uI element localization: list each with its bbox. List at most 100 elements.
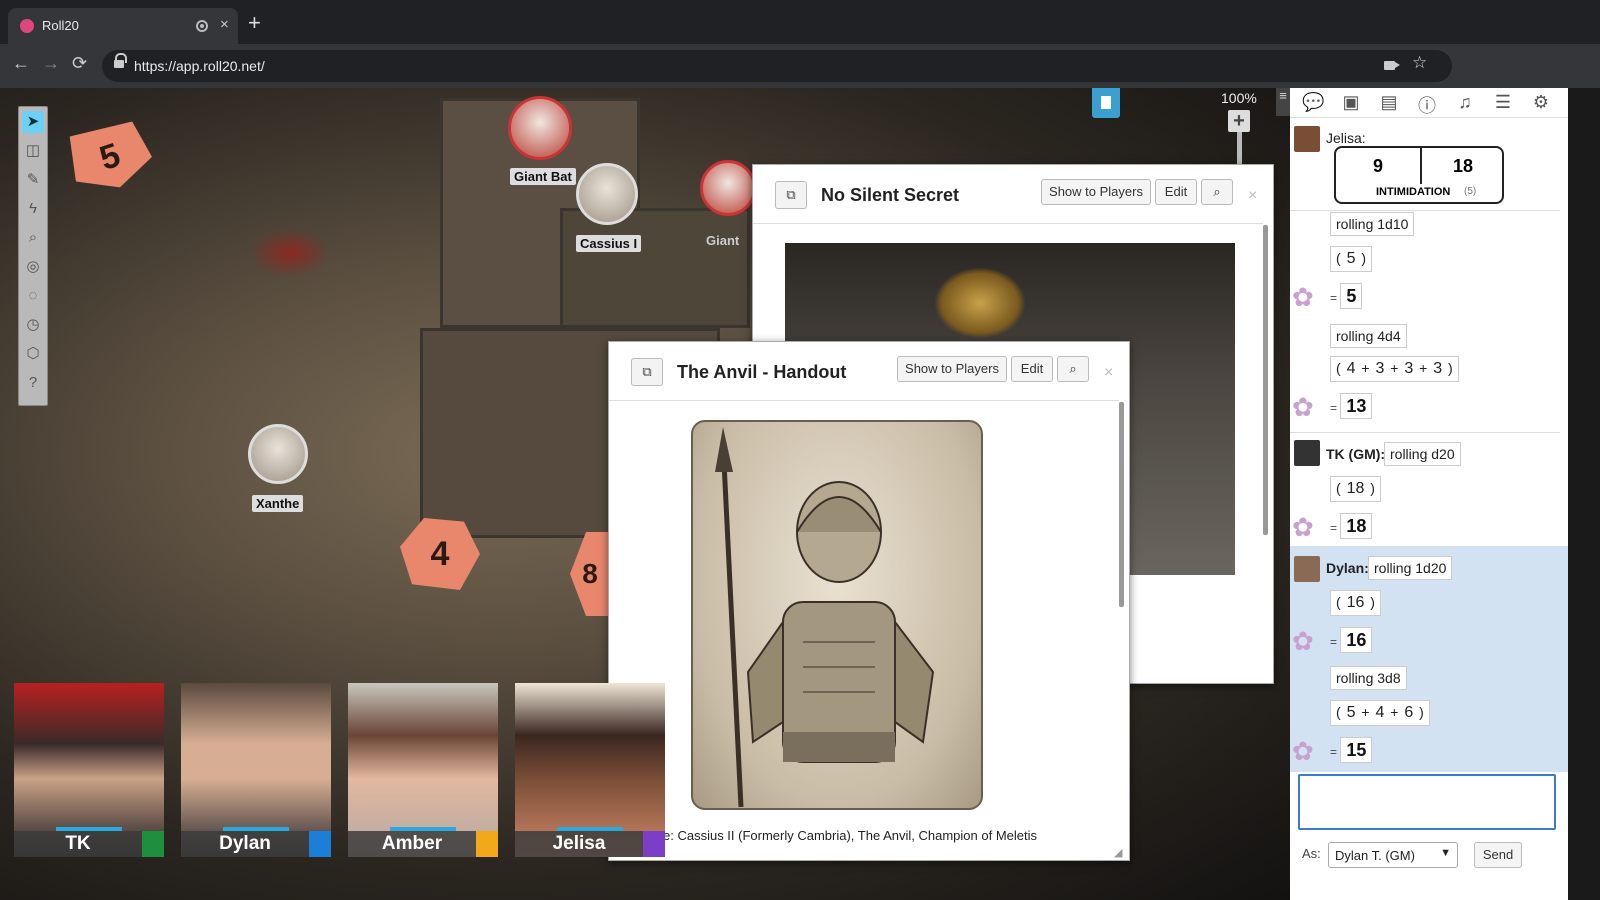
roll-label: rolling 1d20 [1368,556,1453,580]
settings-gear-icon[interactable]: ⚙ [1530,92,1552,113]
die-value: 5 [1346,704,1356,721]
avatar [1294,440,1320,466]
roll-total: 5 [1340,283,1363,309]
roll-dice: ( 5 ) [1330,246,1373,272]
show-to-players-button[interactable]: Show to Players [1041,179,1151,205]
journal-button[interactable] [1092,88,1120,118]
roll20-favicon [20,19,34,33]
resize-handle[interactable]: ◢ [1114,846,1122,859]
recording-icon [196,20,208,32]
lock-icon [114,53,127,70]
zoom-tool-icon[interactable]: ⌕ [22,227,44,249]
url-text[interactable]: https://app.roll20.net/ [134,58,265,74]
forward-button[interactable]: → [42,53,60,74]
camera-icon[interactable] [1384,61,1400,70]
close-icon[interactable]: × [1248,187,1257,205]
roll-total-row: = 18 [1330,513,1373,539]
help-icon[interactable]: ? [22,372,44,394]
chat-sender: Jelisa: [1326,130,1366,146]
die-value: 16 [1346,594,1365,611]
video-tile-tk[interactable]: TK [14,683,164,857]
skill-label: INTIMIDATION [1376,186,1451,198]
jukebox-tab-icon[interactable]: ♫ [1454,92,1476,113]
collection-tab-icon[interactable]: ☰ [1492,92,1514,113]
roll-total: 16 [1340,627,1373,653]
die-value: 3 [1433,360,1443,377]
flower-icon: ✿ [1292,392,1314,422]
skill-modifier: (5) [1464,186,1477,197]
tab-close-icon[interactable]: × [220,16,229,33]
url-bar[interactable]: https://app.roll20.net/ ☆ [102,50,1452,82]
token-label: Xanthe [252,495,304,512]
speaking-as-select[interactable]: Dylan T. (GM) ▼ [1328,842,1458,868]
player-color-swatch [142,831,164,857]
token-label: Cassius I [576,235,642,252]
die-value: 18 [1346,480,1365,497]
fog-tool-icon[interactable]: ◌ [22,285,44,307]
edit-button[interactable]: Edit [1011,356,1053,382]
video-tile-amber[interactable]: Amber [348,683,498,857]
roll-label: rolling 3d8 [1330,666,1407,690]
video-tile-jelisa[interactable]: Jelisa [515,683,665,857]
search-icon[interactable]: ⌕ [1201,179,1233,205]
fx-tool-icon[interactable]: ϟ [22,198,44,220]
chat-tab-icon[interactable]: 💬 [1302,92,1324,113]
map-layer-icon[interactable]: ◫ [22,140,44,162]
player-name: Dylan [181,831,309,857]
art-library-tab-icon[interactable]: ▣ [1340,92,1362,113]
die-value: 3 [1404,360,1414,377]
close-icon[interactable]: × [1104,364,1113,382]
roll-label: rolling 1d10 [1330,212,1415,236]
roll-dice: ( 18 ) [1330,476,1381,502]
handout-portrait [691,420,983,810]
scrollbar[interactable] [1263,225,1268,535]
roll-total-row: = 15 [1330,737,1373,763]
address-bar-row: ← → ⟳ https://app.roll20.net/ ☆ [0,44,1600,88]
divider [1290,210,1560,211]
dice-tool-icon[interactable]: ⬡ [22,343,44,365]
token-giant-bat[interactable] [508,96,572,160]
draw-tool-icon[interactable]: ✎ [22,169,44,191]
roll-total: 18 [1340,513,1373,539]
browser-tab[interactable]: Roll20 × [8,8,238,44]
turn-tracker-icon[interactable]: ◷ [22,314,44,336]
reload-button[interactable]: ⟳ [72,53,87,74]
player-name: Amber [348,831,476,857]
roll-label: rolling 4d4 [1330,324,1407,348]
roll-result: 18 [1452,156,1474,176]
player-color-swatch [309,831,331,857]
handout-title: No Silent Secret [821,185,960,205]
player-name: Jelisa [515,831,643,857]
select-tool-icon[interactable]: ➤ [22,111,44,133]
search-icon[interactable]: ⌕ [1057,356,1089,382]
bookmark-star-icon[interactable]: ☆ [1412,53,1427,73]
journal-tab-icon[interactable]: ▤ [1378,92,1400,113]
die-value: 5 [1346,250,1356,267]
roll-total: 15 [1340,737,1373,763]
roll-total-row: = 13 [1330,393,1373,419]
scrollbar[interactable] [1119,402,1124,607]
token-giant[interactable] [700,160,756,216]
popout-icon[interactable]: ⧉ [631,358,663,386]
token-xanthe[interactable] [248,424,308,484]
send-button[interactable]: Send [1474,842,1522,868]
token-cassius[interactable] [576,163,638,225]
zoom-in-button[interactable]: + [1228,110,1250,132]
zoom-level: 100% [1221,90,1257,106]
measure-tool-icon[interactable]: ◎ [22,256,44,278]
roll-dice: ( 4 + 3 + 3 + 3 ) [1330,356,1459,382]
show-to-players-button[interactable]: Show to Players [897,356,1007,382]
handout-title: The Anvil - Handout [677,362,847,382]
popout-icon[interactable]: ⧉ [775,181,807,209]
edit-button[interactable]: Edit [1155,179,1197,205]
sidebar-toggle[interactable]: ≡ [1276,88,1290,116]
player-color-swatch [643,831,665,857]
new-tab-button[interactable]: + [248,10,261,36]
divider [1290,432,1560,433]
blood-stain [250,228,330,278]
compendium-tab-icon[interactable]: ⓘ [1416,92,1438,118]
video-tile-dylan[interactable]: Dylan [181,683,331,857]
back-button[interactable]: ← [12,53,30,74]
flower-icon: ✿ [1292,282,1314,312]
chat-input[interactable] [1298,774,1556,830]
